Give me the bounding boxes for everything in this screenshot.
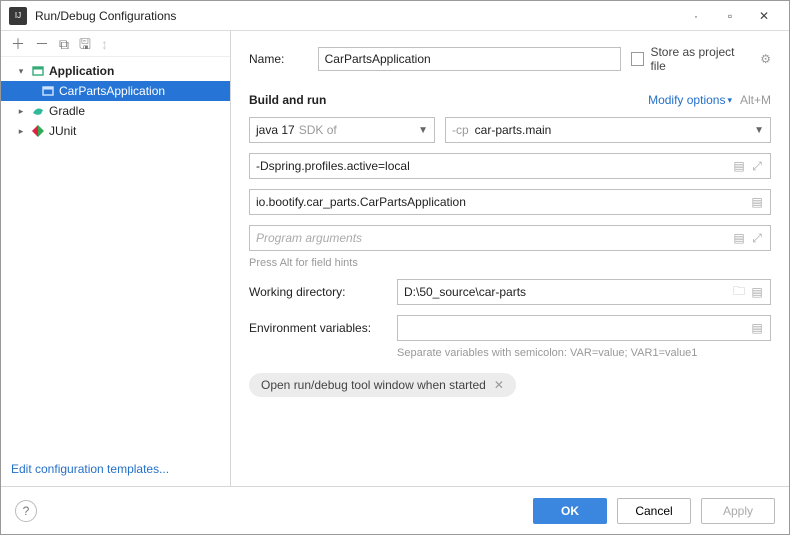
remove-pill-icon[interactable]: ✕: [494, 378, 504, 392]
classpath-select[interactable]: -cp car-parts.main ▼: [445, 117, 771, 143]
wd-input[interactable]: [404, 281, 730, 303]
left-footer: Edit configuration templates...: [1, 452, 230, 486]
window-title: Run/Debug Configurations: [35, 9, 679, 23]
env-label: Environment variables:: [249, 321, 389, 335]
env-input[interactable]: [404, 317, 748, 339]
tree-node-junit[interactable]: ▸ JUnit: [1, 121, 230, 141]
jdk-suffix: SDK of: [299, 123, 337, 137]
build-run-header: Build and run Modify options ▾ Alt+M: [249, 93, 771, 107]
dialog-footer: ? OK Cancel Apply: [1, 486, 789, 534]
tree-label: CarPartsApplication: [59, 84, 165, 98]
jdk-value: java 17: [256, 123, 295, 137]
modify-shortcut: Alt+M: [740, 93, 771, 107]
jdk-cp-row: java 17 SDK of ▼ -cp car-parts.main ▼: [249, 117, 771, 143]
main-class-field[interactable]: ▤: [249, 189, 771, 215]
name-row: Name: Store as project file ⚙: [249, 45, 771, 73]
add-config-icon[interactable]: ＋: [11, 37, 25, 51]
tree-label: JUnit: [49, 124, 76, 138]
gear-icon[interactable]: ⚙: [760, 52, 771, 66]
jdk-select[interactable]: java 17 SDK of ▼: [249, 117, 435, 143]
app-icon: IJ: [9, 7, 27, 25]
dropdown-arrow-icon: ▼: [418, 125, 428, 136]
name-label: Name:: [249, 52, 308, 66]
apply-button[interactable]: Apply: [701, 498, 775, 524]
save-config-icon[interactable]: 🖫: [79, 37, 91, 51]
insert-macro-icon[interactable]: ▤: [748, 195, 766, 209]
store-as-project[interactable]: Store as project file ⚙: [631, 45, 771, 73]
store-checkbox[interactable]: [631, 52, 645, 66]
application-icon: [41, 84, 55, 98]
program-args-input[interactable]: [256, 227, 730, 249]
folder-icon[interactable]: 🗀: [730, 282, 748, 303]
expand-icon[interactable]: ⤢: [748, 159, 766, 174]
junit-icon: [31, 124, 45, 138]
program-args-field[interactable]: ▤ ⤢: [249, 225, 771, 251]
chevron-down-icon: ▾: [15, 66, 27, 77]
chevron-right-icon: ▸: [15, 126, 27, 137]
tree-node-gradle[interactable]: ▸ Gradle: [1, 101, 230, 121]
insert-macro-icon[interactable]: ▤: [730, 159, 748, 173]
cp-flag: -cp: [452, 123, 469, 137]
tree-node-application[interactable]: ▾ Application: [1, 61, 230, 81]
title-bar: IJ Run/Debug Configurations · ▫ ✕: [1, 1, 789, 31]
insert-macro-icon[interactable]: ▤: [748, 321, 766, 335]
chevron-down-icon: ▾: [727, 95, 732, 106]
section-title: Build and run: [249, 93, 326, 107]
sort-config-icon[interactable]: ↕: [101, 37, 108, 51]
close-button[interactable]: ✕: [747, 9, 781, 23]
wd-field[interactable]: 🗀 ▤: [397, 279, 771, 305]
env-row: Environment variables: ▤: [249, 315, 771, 341]
ok-button[interactable]: OK: [533, 498, 607, 524]
modify-options-link[interactable]: Modify options ▾: [648, 93, 732, 107]
store-label: Store as project file: [650, 45, 750, 73]
pill-label: Open run/debug tool window when started: [261, 378, 486, 392]
minimize-button[interactable]: ·: [679, 9, 713, 23]
tree-label: Gradle: [49, 104, 85, 118]
gradle-icon: [31, 104, 45, 118]
insert-macro-icon[interactable]: ▤: [748, 285, 766, 299]
main-class-input[interactable]: [256, 191, 748, 213]
expand-icon[interactable]: ⤢: [748, 231, 766, 246]
application-icon: [31, 64, 45, 78]
insert-macro-icon[interactable]: ▤: [730, 231, 748, 245]
cp-value: car-parts.main: [475, 123, 552, 137]
field-hint: Press Alt for field hints: [249, 257, 771, 269]
vm-options-field[interactable]: ▤ ⤢: [249, 153, 771, 179]
form-panel: Name: Store as project file ⚙ Build and …: [231, 31, 789, 486]
modify-label: Modify options: [648, 93, 725, 107]
edit-templates-link[interactable]: Edit configuration templates...: [11, 462, 169, 476]
tree-toolbar: ＋ － ⧉ 🖫 ↕: [1, 31, 230, 57]
wd-label: Working directory:: [249, 285, 389, 299]
config-tree: ▾ Application CarPartsApplication ▸ Grad…: [1, 57, 230, 452]
env-field[interactable]: ▤: [397, 315, 771, 341]
left-panel: ＋ － ⧉ 🖫 ↕ ▾ Application CarPartsApplicat…: [1, 31, 231, 486]
content-area: ＋ － ⧉ 🖫 ↕ ▾ Application CarPartsApplicat…: [1, 31, 789, 486]
copy-config-icon[interactable]: ⧉: [59, 37, 69, 51]
vm-options-input[interactable]: [256, 155, 730, 177]
dropdown-arrow-icon: ▼: [754, 125, 764, 136]
help-button[interactable]: ?: [15, 500, 37, 522]
cancel-button[interactable]: Cancel: [617, 498, 691, 524]
maximize-button[interactable]: ▫: [713, 9, 747, 23]
remove-config-icon[interactable]: －: [35, 37, 49, 51]
chevron-right-icon: ▸: [15, 106, 27, 117]
option-pill[interactable]: Open run/debug tool window when started …: [249, 373, 516, 397]
env-hint: Separate variables with semicolon: VAR=v…: [397, 347, 771, 359]
name-input[interactable]: [318, 47, 621, 71]
tree-label: Application: [49, 64, 114, 78]
working-dir-row: Working directory: 🗀 ▤: [249, 279, 771, 305]
tree-node-carparts[interactable]: CarPartsApplication: [1, 81, 230, 101]
